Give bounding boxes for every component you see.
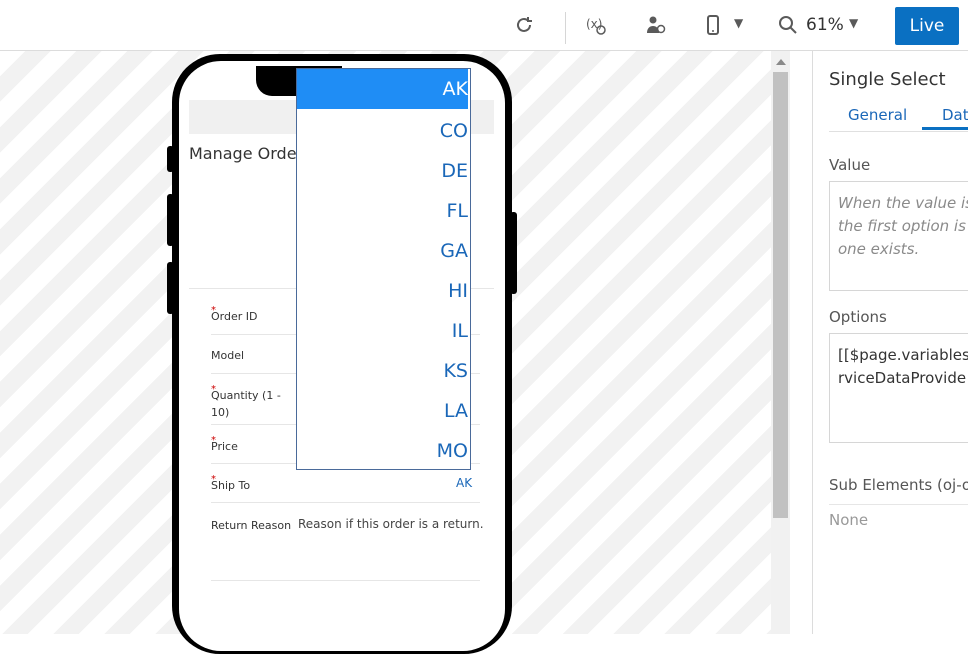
value-field[interactable]: When the value is not set, the first opt… [829,181,968,291]
toolbar-separator [565,12,566,44]
field-divider [211,580,480,581]
ship-to-select[interactable]: AK [456,476,472,490]
user-role-icon[interactable] [645,14,667,36]
return-reason-label: Return Reason [211,519,292,532]
variables-icon[interactable]: (x) [585,14,607,36]
phone-volume-down-button [167,262,174,314]
value-placeholder: When the value is not set, the first opt… [838,194,968,258]
dropdown-option-mo[interactable]: MO [297,431,468,469]
search-icon[interactable] [777,14,799,36]
top-toolbar: (x) ▼ 61% ▼ Live [0,0,968,51]
dropdown-option-fl[interactable]: FL [297,191,468,231]
value-label: Value [829,156,871,174]
scroll-up-arrow-icon[interactable] [776,59,786,65]
scrollbar-thumb[interactable] [773,72,788,518]
dropdown-option-de[interactable]: DE [297,151,468,191]
return-reason-input[interactable]: Reason if this order is a return. [298,517,484,531]
options-field[interactable]: [[$page.variables. rviceDataProvide [829,333,968,443]
options-label: Options [829,308,887,326]
page-title: Manage Orde [189,144,297,163]
sub-elements-label: Sub Elements (oj-option) [829,476,968,494]
options-expression: [[$page.variables. rviceDataProvide [838,346,968,387]
zoom-chevron-down-icon[interactable]: ▼ [849,16,858,30]
dropdown-option-hi[interactable]: HI [297,271,468,311]
active-tab-indicator [922,127,968,130]
panel-title: Single Select [829,69,946,90]
svg-text:(x): (x) [586,17,602,31]
order-id-label: Order ID [211,310,258,323]
device-chevron-down-icon[interactable]: ▼ [734,16,743,30]
dropdown-option-ks[interactable]: KS [297,351,468,391]
dropdown-option-ga[interactable]: GA [297,231,468,271]
sub-elements-divider [829,504,968,505]
sub-elements-value: None [829,511,869,529]
ship-to-label: Ship To [211,479,251,492]
ship-to-dropdown-list: AK CO DE FL GA HI IL KS LA MO [296,68,471,470]
tabs-divider [829,131,968,132]
field-divider [211,502,480,503]
quantity-label: Quantity (1 - 10) [211,389,281,419]
refresh-icon[interactable] [513,14,535,36]
phone-mute-button [167,146,174,172]
phone-device-icon[interactable] [702,14,724,36]
model-label: Model [211,349,245,362]
dropdown-option-ak[interactable]: AK [297,69,468,109]
tab-general[interactable]: General [848,106,907,124]
phone-power-button [510,212,517,294]
dropdown-option-la[interactable]: LA [297,391,468,431]
dropdown-option-co[interactable]: CO [297,111,468,151]
phone-volume-up-button [167,194,174,246]
dropdown-option-il[interactable]: IL [297,311,468,351]
tab-data[interactable]: Data [942,106,968,124]
price-label: Price [211,440,238,453]
live-button[interactable]: Live [895,7,959,45]
zoom-level[interactable]: 61% [806,15,844,35]
